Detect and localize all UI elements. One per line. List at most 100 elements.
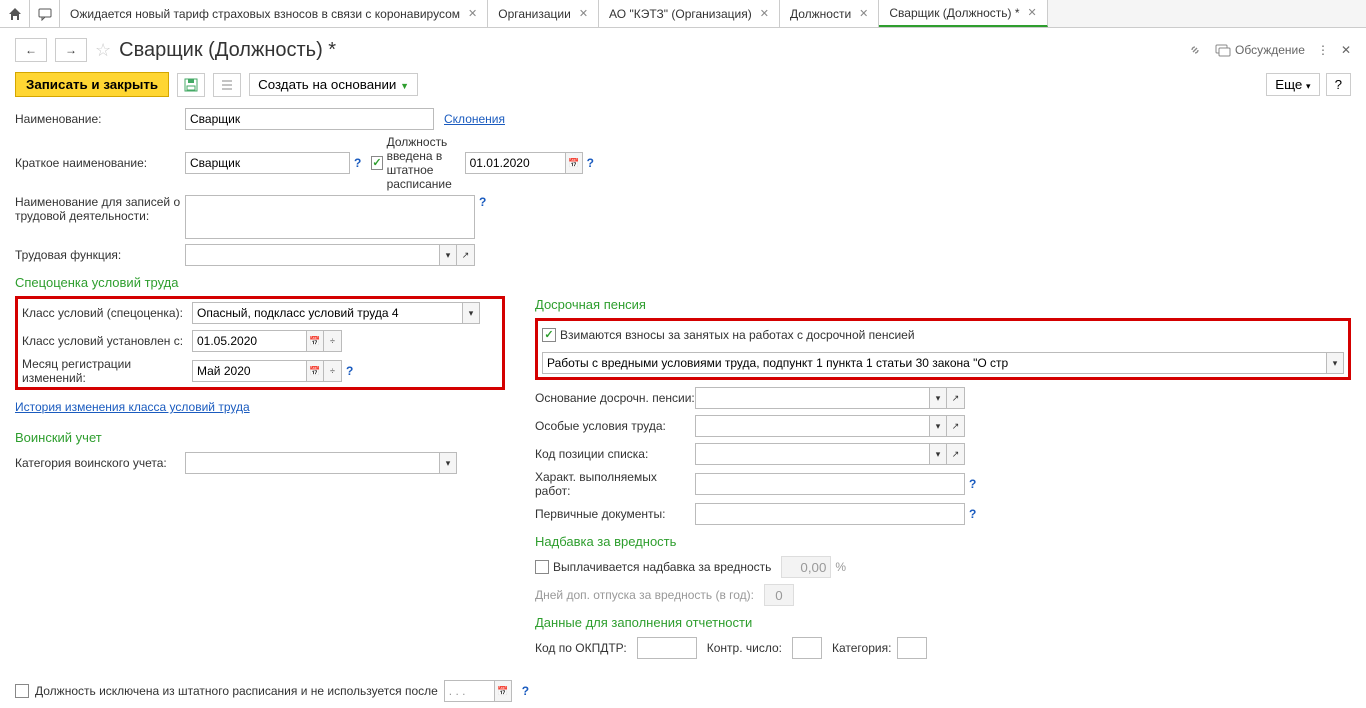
staffing-checkbox[interactable]: ✓ bbox=[371, 156, 382, 170]
discuss-button[interactable]: Обсуждение bbox=[1215, 42, 1305, 58]
cond-input[interactable] bbox=[695, 415, 929, 437]
pension-cb-label: Взимаются взносы за занятых на работах с… bbox=[560, 328, 915, 342]
help-icon[interactable]: ? bbox=[346, 364, 353, 378]
char-label: Характ. выполняемых работ: bbox=[535, 470, 695, 498]
tab-welder[interactable]: Сварщик (Должность) *✕ bbox=[879, 0, 1047, 27]
harm-section-title: Надбавка за вредность bbox=[535, 534, 1351, 549]
pension-basis-input[interactable] bbox=[695, 387, 929, 409]
open-icon[interactable]: ↗ bbox=[947, 443, 965, 465]
close-icon[interactable]: ✕ bbox=[859, 7, 868, 20]
empl-record-label: Наименование для записей о трудовой деят… bbox=[15, 195, 185, 223]
since-input[interactable] bbox=[192, 330, 306, 352]
tab-insurance[interactable]: Ожидается новый тариф страховых взносов … bbox=[60, 0, 488, 27]
docs-input[interactable] bbox=[695, 503, 965, 525]
open-icon[interactable]: ↗ bbox=[947, 415, 965, 437]
open-icon[interactable]: ↗ bbox=[457, 244, 475, 266]
pension-basis-label: Основание досрочн. пенсии: bbox=[535, 391, 695, 405]
mil-cat-label: Категория воинского учета: bbox=[15, 456, 185, 470]
close-icon[interactable]: ✕ bbox=[468, 7, 477, 20]
help-icon[interactable]: ? bbox=[479, 195, 486, 209]
help-icon[interactable]: ? bbox=[354, 156, 361, 170]
tab-org-ketz[interactable]: АО "КЭТЗ" (Организация)✕ bbox=[599, 0, 780, 27]
code-input[interactable] bbox=[695, 443, 929, 465]
harm-pct-unit: % bbox=[835, 560, 846, 574]
create-based-button[interactable]: Создать на основании ▼ bbox=[249, 73, 418, 96]
chevron-down-icon[interactable]: ▾ bbox=[1326, 352, 1344, 374]
month-label: Месяц регистрации изменений: bbox=[22, 357, 192, 385]
short-name-input[interactable] bbox=[185, 152, 350, 174]
forward-button[interactable]: → bbox=[55, 38, 87, 62]
harm-checkbox[interactable] bbox=[535, 560, 549, 574]
pension-checkbox[interactable]: ✓ bbox=[542, 328, 556, 342]
spinner-icon[interactable]: ÷ bbox=[324, 330, 342, 352]
page-title: Сварщик (Должность) * bbox=[119, 39, 336, 62]
mil-cat-input[interactable] bbox=[185, 452, 439, 474]
class-input[interactable] bbox=[192, 302, 462, 324]
chevron-down-icon[interactable]: ▾ bbox=[929, 415, 947, 437]
back-button[interactable]: ← bbox=[15, 38, 47, 62]
calendar-icon[interactable]: 📅 bbox=[494, 680, 512, 702]
excluded-label: Должность исключена из штатного расписан… bbox=[35, 684, 438, 698]
harm-pct-input bbox=[781, 556, 831, 578]
chevron-down-icon[interactable]: ▾ bbox=[929, 443, 947, 465]
pension-type-input[interactable] bbox=[542, 352, 1326, 374]
chevron-down-icon[interactable]: ▾ bbox=[929, 387, 947, 409]
report-cat-label: Категория: bbox=[832, 641, 891, 655]
chevron-down-icon[interactable]: ▾ bbox=[462, 302, 480, 324]
chevron-down-icon[interactable]: ▾ bbox=[439, 244, 457, 266]
staffing-label: Должность введена в штатное расписание bbox=[387, 135, 455, 191]
link-icon[interactable] bbox=[1187, 42, 1203, 58]
name-label: Наименование: bbox=[15, 112, 185, 126]
empl-record-textarea[interactable] bbox=[185, 195, 475, 239]
header-toolbar: ← → ☆ Сварщик (Должность) * Обсуждение ⋮… bbox=[0, 28, 1366, 72]
control-input[interactable] bbox=[792, 637, 822, 659]
excluded-date-input[interactable] bbox=[444, 680, 494, 702]
menu-icon[interactable]: ⋮ bbox=[1317, 43, 1329, 57]
save-button[interactable] bbox=[177, 73, 205, 97]
declension-link[interactable]: Склонения bbox=[444, 112, 505, 126]
chat-tab[interactable] bbox=[30, 0, 60, 27]
help-button[interactable]: ? bbox=[1326, 73, 1351, 96]
since-label: Класс условий установлен с: bbox=[22, 334, 192, 348]
tab-positions[interactable]: Должности✕ bbox=[780, 0, 879, 27]
close-window-icon[interactable]: ✕ bbox=[1341, 43, 1351, 57]
labor-func-label: Трудовая функция: bbox=[15, 248, 185, 262]
history-link[interactable]: История изменения класса условий труда bbox=[15, 400, 250, 414]
favorite-icon[interactable]: ☆ bbox=[95, 40, 111, 61]
labor-func-input[interactable] bbox=[185, 244, 439, 266]
char-input[interactable] bbox=[695, 473, 965, 495]
save-close-button[interactable]: Записать и закрыть bbox=[15, 72, 169, 97]
help-icon[interactable]: ? bbox=[969, 477, 976, 491]
spinner-icon[interactable]: ÷ bbox=[324, 360, 342, 382]
month-input[interactable] bbox=[192, 360, 306, 382]
list-button[interactable] bbox=[213, 73, 241, 97]
chevron-down-icon[interactable]: ▾ bbox=[439, 452, 457, 474]
discuss-icon bbox=[1215, 42, 1231, 58]
code-label: Код позиции списка: bbox=[535, 447, 695, 461]
save-icon bbox=[184, 78, 198, 92]
pension-highlight-box: ✓ Взимаются взносы за занятых на работах… bbox=[535, 318, 1351, 380]
name-input[interactable] bbox=[185, 108, 434, 130]
close-icon[interactable]: ✕ bbox=[760, 7, 769, 20]
action-bar: Записать и закрыть Создать на основании … bbox=[0, 72, 1366, 107]
more-button[interactable]: Еще ▾ bbox=[1266, 73, 1319, 96]
harm-days-input bbox=[764, 584, 794, 606]
open-icon[interactable]: ↗ bbox=[947, 387, 965, 409]
report-cat-input[interactable] bbox=[897, 637, 927, 659]
short-name-label: Краткое наименование: bbox=[15, 156, 185, 170]
military-section-title: Воинский учет bbox=[15, 430, 505, 445]
okpdtr-label: Код по ОКПДТР: bbox=[535, 641, 627, 655]
help-icon[interactable]: ? bbox=[522, 684, 529, 698]
pension-section-title: Досрочная пенсия bbox=[535, 297, 1351, 312]
calendar-icon[interactable]: 📅 bbox=[306, 360, 324, 382]
help-icon[interactable]: ? bbox=[969, 507, 976, 521]
calendar-icon[interactable]: 📅 bbox=[306, 330, 324, 352]
excluded-checkbox[interactable] bbox=[15, 684, 29, 698]
close-icon[interactable]: ✕ bbox=[1028, 6, 1037, 19]
home-tab[interactable] bbox=[0, 0, 30, 27]
harm-cb-label: Выплачивается надбавка за вредность bbox=[553, 560, 771, 574]
close-icon[interactable]: ✕ bbox=[579, 7, 588, 20]
chat-icon bbox=[38, 7, 52, 21]
tab-orgs[interactable]: Организации✕ bbox=[488, 0, 599, 27]
okpdtr-input[interactable] bbox=[637, 637, 697, 659]
